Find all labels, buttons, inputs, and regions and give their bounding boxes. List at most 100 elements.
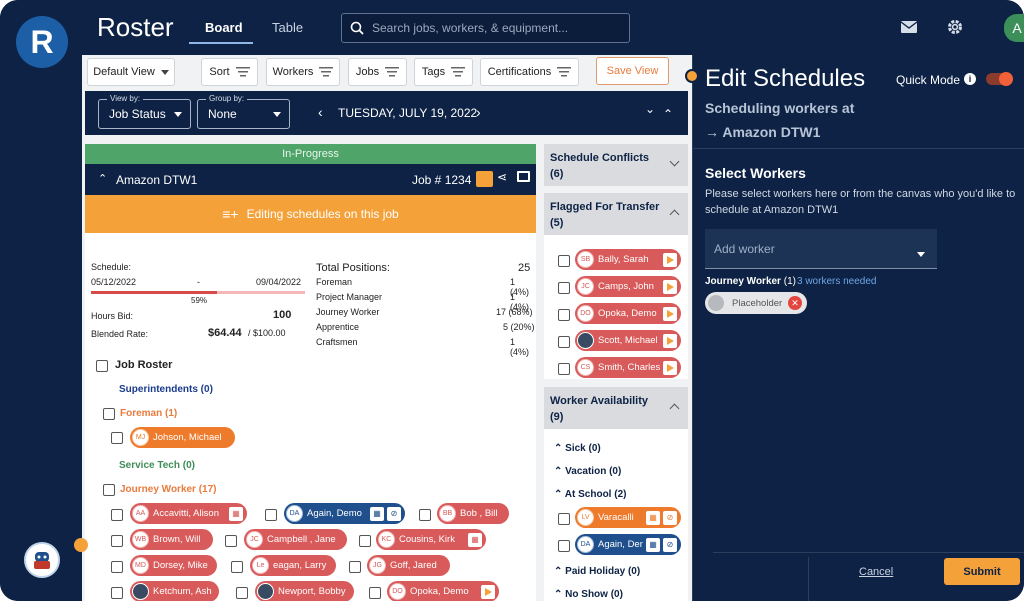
job-header[interactable]: ⌃ Amazon DTW1 Job # 1234 ⋖ (85, 164, 536, 195)
info-icon[interactable]: i (964, 73, 976, 85)
chevron-right-icon[interactable]: › (476, 104, 481, 120)
worker-chip[interactable]: LV Varacalli ▦ ⊘ (575, 507, 681, 528)
worker-chip[interactable]: DO Opoka, Demo (575, 303, 681, 324)
chevron-up-icon[interactable] (669, 209, 680, 220)
school-group[interactable]: ⌃ At School (2) (554, 489, 626, 500)
sick-label: Sick (0) (565, 443, 601, 454)
worker-chip[interactable]: AA Accavitti, Alison ▦ (130, 503, 247, 524)
worker-chip[interactable]: WB Brown, Will (130, 529, 213, 550)
cancel-button[interactable]: Cancel (859, 566, 893, 578)
share-icon[interactable]: ⋖ (497, 170, 507, 184)
worker-chip[interactable]: MJ Johson, Michael (130, 427, 235, 448)
worker-checkbox[interactable] (558, 363, 570, 375)
filter-lines-icon (235, 67, 250, 77)
certifications-filter[interactable]: Certifications (480, 58, 579, 86)
worker-checkbox[interactable] (265, 509, 277, 521)
placeholder-chip[interactable]: Placeholder ✕ (705, 292, 807, 314)
worker-checkbox[interactable] (359, 535, 371, 547)
worker-chip[interactable]: Newport, Bobby (255, 581, 354, 601)
journey-checkbox[interactable] (103, 484, 115, 496)
vacation-group[interactable]: ⌃ Vacation (0) (554, 466, 621, 477)
view-by-select[interactable]: View by: Job Status (98, 94, 191, 129)
close-icon[interactable]: ✕ (788, 296, 802, 310)
tab-board[interactable]: Board (205, 20, 243, 35)
worker-availability-header[interactable]: Worker Availability (9) (544, 387, 688, 429)
worker-checkbox[interactable] (111, 587, 123, 599)
worker-chip[interactable]: SB Bally, Sarah (575, 249, 681, 270)
sick-group[interactable]: ⌃ Sick (0) (554, 443, 601, 454)
flagged-transfer-header[interactable]: Flagged For Transfer (5) (544, 193, 688, 235)
worker-chip[interactable]: DAAgain, Demo▦⊘ (284, 503, 405, 524)
default-view-dropdown[interactable]: Default View (87, 58, 175, 86)
worker-chip[interactable]: Scott, Michael (575, 330, 681, 351)
sort-button[interactable]: Sort (201, 58, 258, 86)
worker-checkbox[interactable] (111, 432, 123, 444)
worker-chip[interactable]: JC Campbell , Jane (244, 529, 347, 550)
worker-chip[interactable]: DAAgain, Demo▦⊘ (575, 534, 681, 555)
job-roster-checkbox[interactable] (96, 360, 108, 372)
add-worker-placeholder: Add worker (714, 242, 775, 256)
worker-checkbox[interactable] (558, 309, 570, 321)
paid-holiday-group[interactable]: ⌃ Paid Holiday (0) (554, 566, 640, 577)
ban-icon: ⊘ (663, 537, 677, 552)
worker-checkbox[interactable] (111, 535, 123, 547)
worker-chip[interactable]: Ketchum, Ash (130, 581, 219, 601)
worker-checkbox[interactable] (419, 509, 431, 521)
caret-down-icon[interactable] (917, 252, 925, 257)
chevron-up-icon[interactable] (669, 403, 680, 414)
no-show-group[interactable]: ⌃ No Show (0) (554, 589, 623, 600)
worker-checkbox[interactable] (369, 587, 381, 599)
foreman-heading[interactable]: Foreman (1) (120, 408, 177, 419)
tags-filter[interactable]: Tags (414, 58, 473, 86)
worker-chip[interactable]: JC Camps, John (575, 276, 681, 297)
gear-icon[interactable] (944, 16, 966, 38)
worker-checkbox[interactable] (558, 513, 570, 525)
panel-collapse-handle[interactable] (685, 69, 699, 83)
schedule-conflicts-header[interactable]: Schedule Conflicts (6) (544, 144, 688, 186)
worker-checkbox[interactable] (558, 282, 570, 294)
worker-checkbox[interactable] (558, 540, 570, 552)
save-view-button[interactable]: Save View (596, 57, 669, 85)
worker-checkbox[interactable] (225, 535, 237, 547)
avatar: JC (577, 278, 594, 295)
app-logo[interactable]: R (16, 16, 68, 68)
worker-chip[interactable]: JG Goff, Jared (367, 555, 450, 576)
collapse-all-icon[interactable]: ⌄ (645, 102, 655, 116)
chevron-left-icon[interactable]: ‹ (318, 104, 323, 120)
worker-checkbox[interactable] (558, 336, 570, 348)
worker-chip[interactable]: Le eagan, Larry (250, 555, 336, 576)
jobs-filter[interactable]: Jobs (348, 58, 407, 86)
workers-filter[interactable]: Workers (266, 58, 340, 86)
worker-checkbox[interactable] (349, 561, 361, 573)
tab-table[interactable]: Table (272, 20, 303, 35)
user-badge-icon[interactable] (24, 542, 60, 578)
journey-heading[interactable]: Journey Worker (17) (120, 484, 217, 495)
service-tech-heading[interactable]: Service Tech (0) (119, 460, 195, 471)
add-schedule-icon[interactable] (476, 171, 493, 187)
worker-chip[interactable]: DO Opoka, Demo (387, 581, 499, 601)
worker-checkbox[interactable] (231, 561, 243, 573)
worker-chip[interactable]: BB Bob , Bill (437, 503, 509, 524)
chat-icon[interactable] (517, 171, 530, 182)
drawer-handle[interactable] (74, 538, 88, 552)
worker-chip[interactable]: KC Cousins, Kirk ▦ (376, 529, 486, 550)
group-by-select[interactable]: Group by: None (197, 94, 290, 129)
calendar-icon: ▦ (646, 510, 660, 525)
quick-mode-toggle[interactable] (986, 72, 1013, 86)
worker-checkbox[interactable] (558, 255, 570, 267)
submit-button[interactable]: Submit (944, 558, 1020, 585)
add-worker-input[interactable]: Add worker (705, 229, 937, 269)
worker-checkbox[interactable] (236, 587, 248, 599)
search-input[interactable]: Search jobs, workers, & equipment... (341, 13, 630, 43)
chevron-up-icon[interactable]: ⌃ (98, 172, 107, 185)
expand-all-icon[interactable]: ⌃ (663, 107, 673, 121)
worker-chip[interactable]: MD Dorsey, Mike (130, 555, 217, 576)
superintendents-heading[interactable]: Superintendents (0) (119, 384, 213, 395)
avatar[interactable]: A (1004, 14, 1024, 42)
worker-checkbox[interactable] (111, 561, 123, 573)
foreman-checkbox[interactable] (103, 408, 115, 420)
envelope-icon[interactable] (898, 16, 920, 38)
worker-checkbox[interactable] (111, 509, 123, 521)
worker-chip[interactable]: CS Smith, Charles (575, 357, 681, 378)
chevron-down-icon[interactable] (669, 156, 680, 167)
